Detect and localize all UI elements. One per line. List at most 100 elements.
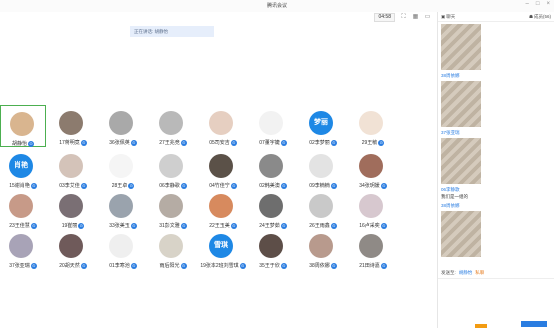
send-button[interactable] bbox=[521, 321, 547, 327]
avatar: 肖艳 bbox=[9, 154, 33, 178]
participant-tile[interactable]: 38周依娜 ⊙ bbox=[300, 228, 346, 270]
members-tab[interactable]: ☗ 成员(56) bbox=[529, 14, 551, 20]
chat-tab-label: 聊天 bbox=[446, 13, 456, 19]
mic-badge-icon: ⊙ bbox=[180, 262, 187, 269]
participant-name: 05司安吉 ⊙ bbox=[209, 139, 237, 146]
sidebar-header: ▣ 聊天 ☗ 成员(56) bbox=[438, 12, 554, 22]
avatar bbox=[309, 154, 333, 178]
avatar bbox=[309, 234, 333, 258]
participant-tile[interactable]: 06李静歌 ⊙ bbox=[150, 148, 196, 190]
sidebar-toggle-icon[interactable]: ▭ bbox=[424, 14, 431, 21]
avatar bbox=[159, 234, 183, 258]
speaking-indicator: 正在讲话: 胡静怡 bbox=[130, 26, 214, 37]
mic-badge-icon: ⊙ bbox=[239, 262, 246, 269]
participant-tile[interactable]: 23王佳慧 ⊙ bbox=[0, 188, 46, 230]
avatar bbox=[109, 234, 133, 258]
avatar bbox=[359, 194, 383, 218]
avatar bbox=[9, 234, 33, 258]
participant-tile[interactable]: 22王玉美 ⊙ bbox=[200, 188, 246, 230]
participant-tile[interactable]: 05司安吉 ⊙ bbox=[200, 105, 246, 147]
mic-badge-icon: ⊙ bbox=[80, 262, 87, 269]
chat-sender: 38周依娜 bbox=[441, 73, 460, 78]
avatar bbox=[309, 194, 333, 218]
participant-name: 19张本2班刘雪琪 ⊙ bbox=[200, 262, 246, 269]
participant-tile[interactable]: 28王卓 ⊙ bbox=[100, 148, 146, 190]
members-icon: ☗ bbox=[528, 13, 533, 19]
mic-badge-icon: ⊙ bbox=[80, 139, 87, 146]
grid-view-icon[interactable]: ▦ bbox=[412, 14, 419, 21]
participant-tile[interactable]: 24王梦茹 ⊙ bbox=[250, 188, 296, 230]
avatar bbox=[209, 111, 233, 135]
participant-tile[interactable]: 07董宇婕 ⊙ bbox=[250, 105, 296, 147]
participant-tile[interactable]: 雨后阳光 ⊙ bbox=[150, 228, 196, 270]
close-icon[interactable]: × bbox=[546, 1, 550, 7]
chat-input[interactable] bbox=[438, 278, 554, 329]
maximize-icon[interactable]: □ bbox=[536, 1, 540, 7]
participant-name: 02李梦丽 ⊙ bbox=[309, 139, 337, 146]
participant-tile[interactable]: 02韩美澳 ⊙ bbox=[250, 148, 296, 190]
avatar bbox=[59, 154, 83, 178]
video-toolbar: 04:58 ⛶ ▦ ▭ bbox=[374, 13, 431, 22]
avatar bbox=[109, 111, 133, 135]
chat-image[interactable] bbox=[441, 24, 481, 70]
notification-mark bbox=[475, 324, 487, 328]
participant-name: 17蒋明竟 ⊙ bbox=[59, 139, 87, 146]
chat-tab[interactable]: ▣ 聊天 bbox=[441, 14, 455, 20]
participant-tile[interactable]: 33张美玉 ⊙ bbox=[100, 188, 146, 230]
mic-badge-icon: ⊙ bbox=[330, 139, 337, 146]
participant-name: 38周依娜 ⊙ bbox=[309, 262, 337, 269]
avatar bbox=[159, 111, 183, 135]
chat-sidebar: ▣ 聊天 ☗ 成员(56) 38周依娜 37张亚瑞 06李静歌 我们是一组的 38周依娜… bbox=[437, 12, 554, 328]
participant-name: 37张亚瑞 ⊙ bbox=[9, 262, 37, 269]
avatar bbox=[209, 194, 233, 218]
avatar bbox=[59, 194, 83, 218]
send-to-select[interactable]: 胡静怡 bbox=[459, 270, 473, 276]
participant-tile[interactable]: 04竹佳宁 ⊙ bbox=[200, 148, 246, 190]
participant-tile[interactable]: 35王于欣 ⊙ bbox=[250, 228, 296, 270]
chat-image[interactable] bbox=[441, 81, 481, 127]
participant-tile[interactable]: 雪琪 19张本2班刘雪琪 ⊙ bbox=[200, 228, 246, 270]
avatar bbox=[159, 154, 183, 178]
window-title: 腾讯会议 bbox=[266, 3, 287, 9]
avatar bbox=[259, 111, 283, 135]
participant-tile[interactable]: 21田诗嘉 ⊙ bbox=[350, 228, 396, 270]
participant-tile[interactable]: 16卢采奕 ⊙ bbox=[350, 188, 396, 230]
participant-tile[interactable]: 20胡天然 ⊙ bbox=[50, 228, 96, 270]
chat-sender: 06李静歌 bbox=[441, 187, 460, 192]
participant-tile[interactable]: 01李寒池 ⊙ bbox=[100, 228, 146, 270]
participant-tile[interactable]: 03李艾佳 ⊙ bbox=[50, 148, 96, 190]
participant-tile[interactable]: 34张玥媛 ⊙ bbox=[350, 148, 396, 190]
participant-tile[interactable]: 29王敏 ⊙ bbox=[350, 105, 396, 147]
participant-tile[interactable]: 17蒋明竟 ⊙ bbox=[50, 105, 96, 147]
participant-name: 01李寒池 ⊙ bbox=[109, 262, 137, 269]
minimize-icon[interactable]: – bbox=[526, 1, 529, 7]
chat-image[interactable] bbox=[441, 211, 481, 257]
mic-badge-icon: ⊙ bbox=[180, 139, 187, 146]
participant-tile[interactable]: 19崔丽 ⊙ bbox=[50, 188, 96, 230]
avatar bbox=[259, 194, 283, 218]
mic-badge-icon: ⊙ bbox=[330, 262, 337, 269]
participant-name: 35王于欣 ⊙ bbox=[259, 262, 287, 269]
fullscreen-icon[interactable]: ⛶ bbox=[400, 14, 407, 21]
participant-tile[interactable]: 26王雨鑫 ⊙ bbox=[300, 188, 346, 230]
avatar bbox=[59, 111, 83, 135]
participant-tile[interactable]: 27王兆竞 ⊙ bbox=[150, 105, 196, 147]
participant-tile[interactable]: 肖艳 15谢肖艳 ⊙ bbox=[0, 148, 46, 190]
send-target-bar: 发送至: 胡静怡 私聊 bbox=[441, 270, 551, 276]
chat-message: 我们是一组的 bbox=[441, 194, 468, 199]
participant-tile[interactable]: 36张佩英 ⊙ bbox=[100, 105, 146, 147]
mic-badge-icon: ⊙ bbox=[280, 139, 287, 146]
participant-tile[interactable]: 37张亚瑞 ⊙ bbox=[0, 228, 46, 270]
mic-badge-icon: ⊙ bbox=[130, 262, 137, 269]
avatar bbox=[259, 234, 283, 258]
participant-tile[interactable]: 梦丽 02李梦丽 ⊙ bbox=[300, 105, 346, 147]
avatar bbox=[359, 111, 383, 135]
participant-tile[interactable]: 09李楠楠 ⊙ bbox=[300, 148, 346, 190]
participant-name: 27王兆竞 ⊙ bbox=[159, 139, 187, 146]
mic-badge-icon: ⊙ bbox=[30, 262, 37, 269]
mic-badge-icon: ⊙ bbox=[280, 262, 287, 269]
participant-tile[interactable]: 31彭文雅 ⊙ bbox=[150, 188, 196, 230]
participant-tile[interactable]: 胡静怡 ⊙ bbox=[0, 105, 46, 147]
chat-image[interactable] bbox=[441, 138, 481, 184]
avatar bbox=[259, 154, 283, 178]
